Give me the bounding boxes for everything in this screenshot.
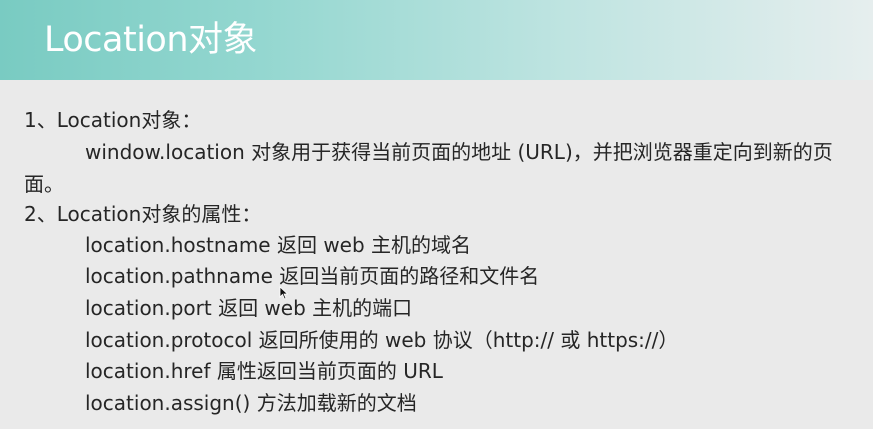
property-pathname: location.pathname 返回当前页面的路径和文件名 bbox=[85, 264, 540, 288]
slide: Location对象 1、Location对象： window.location… bbox=[0, 0, 873, 429]
section1-heading: 1、Location对象： bbox=[24, 108, 202, 132]
section1-description-line2: 面。 bbox=[24, 172, 64, 196]
property-port: location.port 返回 web 主机的端口 bbox=[85, 296, 413, 320]
section1-description-line1: window.location 对象用于获得当前页面的地址 (URL)，并把浏览… bbox=[85, 140, 833, 164]
section2-heading: 2、Location对象的属性： bbox=[24, 202, 262, 226]
property-protocol: location.protocol 返回所使用的 web 协议（http:// … bbox=[85, 328, 679, 352]
property-href: location.href 属性返回当前页面的 URL bbox=[85, 359, 443, 383]
mouse-pointer-icon bbox=[279, 286, 289, 300]
slide-title: Location对象 bbox=[44, 20, 258, 60]
property-hostname: location.hostname 返回 web 主机的域名 bbox=[85, 233, 472, 257]
title-bar: Location对象 bbox=[0, 0, 873, 80]
method-assign: location.assign() 方法加载新的文档 bbox=[85, 391, 417, 415]
